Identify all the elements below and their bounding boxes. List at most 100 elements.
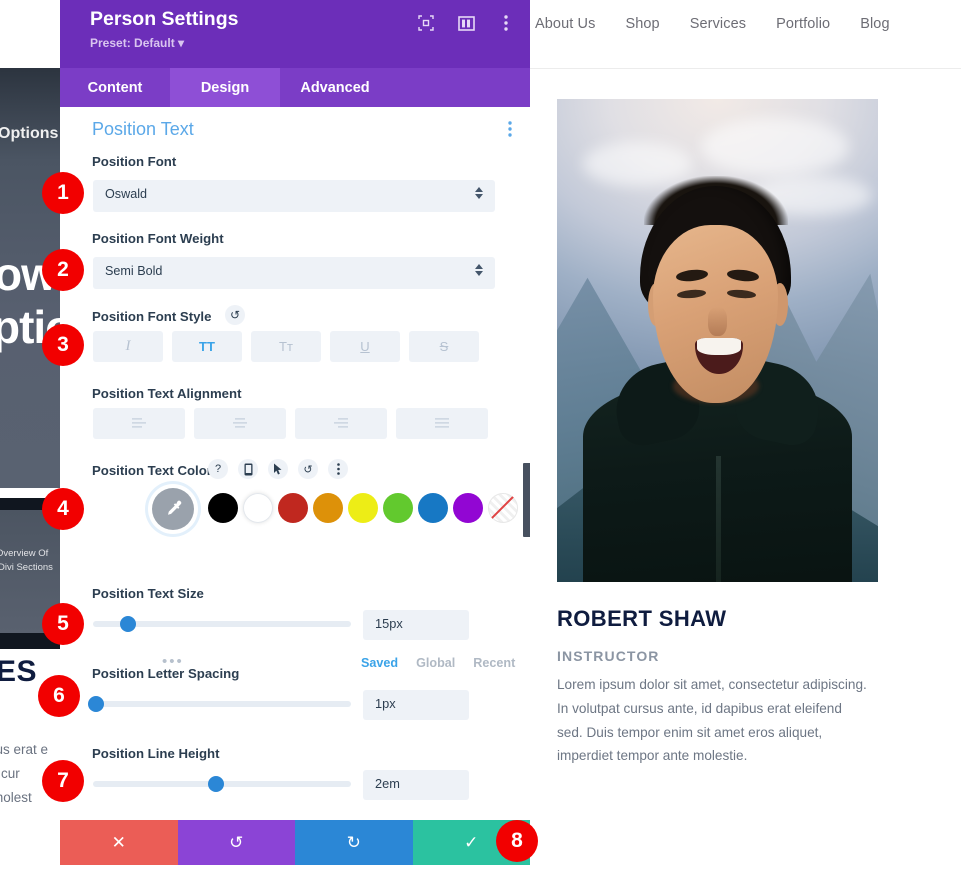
slider-track-letter-spacing[interactable] xyxy=(93,701,351,707)
tab-advanced[interactable]: Advanced xyxy=(280,68,390,107)
person-position: INSTRUCTOR xyxy=(557,648,660,664)
label-position-font-style: Position Font Style xyxy=(92,309,212,324)
reset-icon[interactable]: ↺ xyxy=(298,459,318,479)
background-section-heading: ES xyxy=(0,655,38,688)
close-button[interactable]: ✕ xyxy=(60,820,178,865)
undo-button[interactable]: ↺ xyxy=(177,820,295,865)
modal-header-icons xyxy=(416,13,516,33)
label-position-line-height: Position Line Height xyxy=(92,746,220,761)
background-card-caption-line1: Overview Of xyxy=(0,548,49,559)
font-style-smallcaps-button[interactable]: Tᴛ xyxy=(251,331,321,362)
nav-item-blog[interactable]: Blog xyxy=(860,16,889,32)
hover-cursor-icon[interactable] xyxy=(268,459,288,479)
background-paragraph-line3: molest xyxy=(0,790,32,805)
text-color-control-icons: ? ↺ xyxy=(208,459,348,479)
background-paragraph-line2: at cur xyxy=(0,766,20,781)
palette-tab-global[interactable]: Global xyxy=(416,656,455,670)
eyedropper-icon xyxy=(168,500,182,515)
person-settings-modal: Person Settings Preset: Default ▾ Conten… xyxy=(60,0,530,869)
kebab-icon[interactable] xyxy=(328,459,348,479)
palette-tab-row: Saved Global Recent xyxy=(361,654,530,672)
color-swatch-black[interactable] xyxy=(208,493,238,523)
help-icon[interactable]: ? xyxy=(208,459,228,479)
nav-item-shop[interactable]: Shop xyxy=(625,16,659,32)
layout-icon[interactable] xyxy=(456,13,476,33)
modal-scrollbar[interactable] xyxy=(523,463,530,537)
value-box-letter-spacing[interactable]: 1px xyxy=(363,690,469,720)
section-kebab-icon[interactable] xyxy=(508,121,512,142)
font-style-uppercase-button[interactable]: TT xyxy=(172,331,242,362)
value-box-line-height[interactable]: 2em xyxy=(363,770,469,800)
align-left-button[interactable] xyxy=(93,408,185,439)
color-swatch-green[interactable] xyxy=(383,493,413,523)
color-swatch-white[interactable] xyxy=(243,493,273,523)
palette-tab-recent[interactable]: Recent xyxy=(473,656,515,670)
slider-knob-line-height[interactable] xyxy=(208,776,224,792)
person-name: ROBERT SHAW xyxy=(557,606,727,631)
color-swatch-orange[interactable] xyxy=(313,493,343,523)
photo-cloud xyxy=(701,118,850,177)
value-text-size: 15px xyxy=(375,616,403,631)
label-position-text-alignment: Position Text Alignment xyxy=(92,386,242,401)
nav-item-portfolio[interactable]: Portfolio xyxy=(776,16,830,32)
align-right-button[interactable] xyxy=(295,408,387,439)
color-swatch-row xyxy=(208,493,518,523)
responsive-icon[interactable] xyxy=(238,459,258,479)
modal-preset-label: Preset: Default xyxy=(90,36,175,50)
slider-knob-text-size[interactable] xyxy=(120,616,136,632)
nav-item-about-us[interactable]: About Us xyxy=(535,16,595,32)
annotation-badge-2: 2 xyxy=(42,249,84,291)
slider-knob-letter-spacing[interactable] xyxy=(88,696,104,712)
value-box-text-size[interactable]: 15px xyxy=(363,610,469,640)
font-style-italic-button[interactable]: I xyxy=(93,331,163,362)
annotation-badge-1: 1 xyxy=(42,172,84,214)
annotation-badge-6: 6 xyxy=(38,675,80,717)
label-position-font: Position Font xyxy=(92,154,177,169)
tab-content[interactable]: Content xyxy=(60,68,170,107)
font-style-underline-button[interactable]: U xyxy=(330,331,400,362)
modal-tabs: Content Design Advanced xyxy=(60,68,530,107)
modal-body: Position Text Position Font Oswald Posit… xyxy=(60,107,530,820)
person-description: Lorem ipsum dolor sit amet, consectetur … xyxy=(557,677,867,764)
reset-icon[interactable]: ↺ xyxy=(225,305,245,325)
modal-footer-actions: ✕ ↺ ↻ ✓ xyxy=(60,820,530,865)
nav-item-services[interactable]: Services xyxy=(690,16,746,32)
person-preview-card: ROBERT SHAW INSTRUCTOR Lorem ipsum dolor… xyxy=(557,99,878,768)
annotation-badge-5: 5 xyxy=(42,603,84,645)
select-position-font-weight[interactable]: Semi Bold xyxy=(93,257,495,289)
label-position-font-weight: Position Font Weight xyxy=(92,231,224,246)
color-swatch-transparent[interactable] xyxy=(488,493,518,523)
modal-header: Person Settings Preset: Default ▾ xyxy=(60,0,530,68)
modal-preset-dropdown[interactable]: Preset: Default ▾ xyxy=(90,36,184,50)
value-line-height: 2em xyxy=(375,776,400,791)
select-position-font[interactable]: Oswald xyxy=(93,180,495,212)
person-photo xyxy=(557,99,878,582)
color-swatch-red[interactable] xyxy=(278,493,308,523)
redo-button[interactable]: ↻ xyxy=(295,820,413,865)
annotation-badge-3: 3 xyxy=(42,324,84,366)
photo-teeth xyxy=(696,338,742,355)
label-position-letter-spacing: Position Letter Spacing xyxy=(92,666,240,681)
palette-tab-saved[interactable]: Saved xyxy=(361,656,398,670)
photo-zipper xyxy=(715,456,722,582)
background-card-caption-line2: Divi Sections xyxy=(0,562,53,573)
background-paragraph-line1: bus erat e xyxy=(0,742,49,757)
color-swatch-yellow[interactable] xyxy=(348,493,378,523)
font-style-strikethrough-button[interactable]: S xyxy=(409,331,479,362)
select-position-font-weight-value: Semi Bold xyxy=(105,264,163,278)
annotation-badge-4: 4 xyxy=(42,488,84,530)
chevron-down-icon: ▾ xyxy=(178,36,185,50)
kebab-icon[interactable] xyxy=(496,13,516,33)
color-swatch-purple[interactable] xyxy=(453,493,483,523)
text-alignment-button-row xyxy=(93,408,488,439)
section-title-position-text: Position Text xyxy=(92,119,194,139)
eyedropper-swatch-button[interactable] xyxy=(152,488,194,530)
color-swatch-blue[interactable] xyxy=(418,493,448,523)
focus-icon[interactable] xyxy=(416,13,436,33)
photo-nose xyxy=(707,306,728,336)
tab-design[interactable]: Design xyxy=(170,68,280,107)
select-arrows-icon xyxy=(475,187,483,199)
annotation-badge-8: 8 xyxy=(496,820,538,862)
align-justify-button[interactable] xyxy=(396,408,488,439)
align-center-button[interactable] xyxy=(194,408,286,439)
